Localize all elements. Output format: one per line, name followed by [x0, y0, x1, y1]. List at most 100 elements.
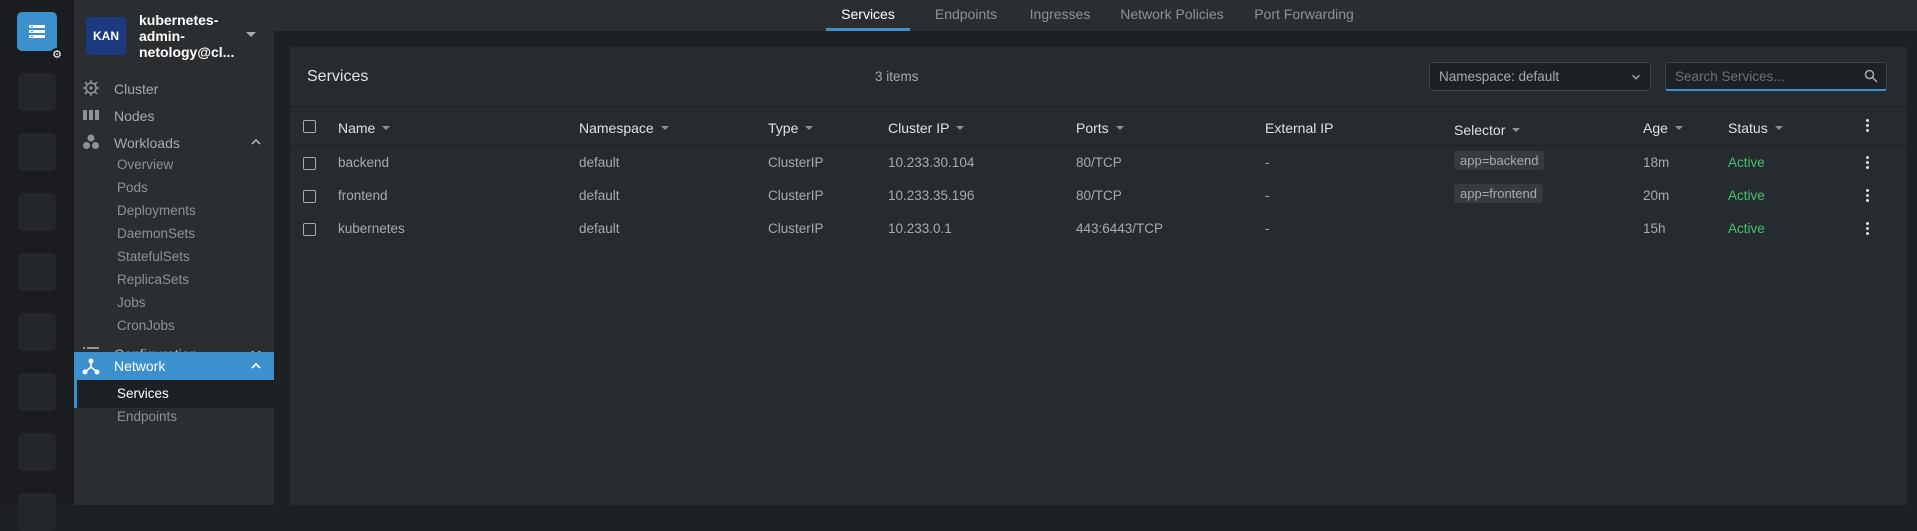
cell-type: ClusterIP	[768, 221, 824, 236]
nodes-icon	[83, 110, 99, 120]
sort-icon	[1512, 128, 1521, 132]
chevron-down-icon	[1632, 74, 1640, 80]
table-row[interactable]: backend default ClusterIP 10.233.30.104 …	[290, 146, 1907, 179]
caret-down-icon	[246, 32, 256, 37]
namespace-select[interactable]: Namespace: default	[1429, 62, 1651, 91]
hotbar-slot[interactable]	[18, 493, 56, 531]
cell-type: ClusterIP	[768, 155, 824, 170]
sidebar-item-label: Cluster	[114, 80, 159, 97]
sort-icon	[1115, 126, 1124, 130]
sort-icon	[956, 126, 965, 130]
tab-endpoints[interactable]: Endpoints	[924, 0, 1008, 31]
column-header-external-ip: External IP	[1265, 120, 1334, 136]
chevron-up-icon	[251, 138, 261, 145]
sort-icon	[805, 126, 814, 130]
hotbar-slot[interactable]	[18, 133, 56, 171]
column-header-ports[interactable]: Ports	[1076, 120, 1124, 136]
cluster-selector[interactable]: KAN kubernetes-admin-netology@cl...	[74, 0, 274, 72]
namespace-select-value: Namespace: default	[1439, 69, 1560, 84]
items-count: 3 items	[875, 69, 919, 84]
status-badge: Active	[1728, 155, 1765, 170]
cell-cluster-ip: 10.233.30.104	[888, 155, 975, 170]
helm-icon	[83, 80, 99, 96]
row-menu-icon[interactable]	[1866, 156, 1870, 171]
sort-icon	[1774, 126, 1783, 130]
panel-header: Services 3 items Namespace: default	[290, 47, 1907, 107]
chevron-up-icon	[251, 362, 261, 369]
gear-icon[interactable]: ⚙	[50, 48, 64, 62]
sidebar-item-network[interactable]: Network	[74, 352, 274, 380]
cell-cluster-ip: 10.233.35.196	[888, 188, 975, 203]
table-header: Name Namespace Type Cluster IP Ports Ext…	[290, 108, 1907, 146]
tab-ingresses[interactable]: Ingresses	[1018, 0, 1102, 31]
cell-external-ip: -	[1265, 188, 1270, 203]
hotbar-slot[interactable]	[18, 73, 56, 111]
table-row[interactable]: frontend default ClusterIP 10.233.35.196…	[290, 179, 1907, 212]
row-menu-icon[interactable]	[1866, 189, 1870, 204]
selector-badge: app=backend	[1454, 151, 1545, 170]
tab-services[interactable]: Services	[826, 0, 910, 31]
cell-namespace: default	[579, 155, 620, 170]
cell-age: 18m	[1643, 155, 1670, 170]
sort-icon	[660, 126, 669, 130]
cell-name: backend	[338, 155, 390, 170]
row-checkbox[interactable]	[303, 190, 316, 203]
workloads-icon	[83, 134, 99, 149]
hotbar-slot[interactable]	[18, 253, 56, 291]
table-row[interactable]: kubernetes default ClusterIP 10.233.0.1 …	[290, 212, 1907, 245]
search-field[interactable]	[1665, 62, 1887, 91]
hotbar-slot[interactable]	[18, 373, 56, 411]
page-title: Services	[307, 68, 369, 85]
search-icon[interactable]	[1864, 69, 1878, 83]
cell-name: kubernetes	[338, 221, 405, 236]
hotbar-slot[interactable]	[18, 193, 56, 231]
cell-name: frontend	[338, 188, 388, 203]
hotbar-slot[interactable]	[18, 313, 56, 351]
sidebar-item-cronjobs[interactable]: CronJobs	[74, 312, 274, 340]
sidebar: KAN kubernetes-admin-netology@cl... Clus…	[74, 0, 274, 505]
column-menu-icon[interactable]	[1866, 119, 1870, 134]
cell-cluster-ip: 10.233.0.1	[888, 221, 952, 236]
cell-external-ip: -	[1265, 221, 1270, 236]
status-badge: Active	[1728, 188, 1765, 203]
cluster-name: kubernetes-admin-netology@cl...	[139, 12, 235, 60]
column-header-age[interactable]: Age	[1643, 120, 1683, 136]
row-checkbox[interactable]	[303, 223, 316, 236]
cell-age: 15h	[1643, 221, 1666, 236]
column-header-type[interactable]: Type	[768, 120, 814, 136]
cell-ports: 80/TCP	[1076, 155, 1122, 170]
search-input[interactable]	[1666, 63, 1851, 89]
network-icon	[82, 358, 100, 375]
column-header-status[interactable]: Status	[1728, 120, 1783, 136]
cell-age: 20m	[1643, 188, 1670, 203]
cluster-avatar: KAN	[86, 17, 126, 55]
sort-icon	[1674, 126, 1683, 130]
cell-ports: 443:6443/TCP	[1076, 221, 1164, 236]
column-header-cluster-ip[interactable]: Cluster IP	[888, 120, 965, 136]
sidebar-item-label: Workloads	[114, 134, 180, 151]
select-all-checkbox[interactable]	[303, 120, 316, 133]
hotbar: ⚙	[0, 0, 74, 531]
sort-icon	[382, 126, 391, 130]
cell-namespace: default	[579, 188, 620, 203]
row-menu-icon[interactable]	[1866, 222, 1870, 237]
catalog-button[interactable]	[17, 12, 57, 51]
cell-external-ip: -	[1265, 155, 1270, 170]
column-header-name[interactable]: Name	[338, 120, 391, 136]
tab-port-forwarding[interactable]: Port Forwarding	[1242, 0, 1366, 31]
selector-badge: app=frontend	[1454, 184, 1543, 203]
network-tabs: Services Endpoints Ingresses Network Pol…	[274, 0, 1917, 31]
column-header-selector[interactable]: Selector	[1454, 122, 1521, 138]
status-badge: Active	[1728, 221, 1765, 236]
sidebar-item-label: Nodes	[114, 107, 155, 124]
services-panel: Services 3 items Namespace: default Name…	[290, 47, 1907, 505]
sidebar-item-endpoints[interactable]: Endpoints	[74, 403, 274, 431]
column-header-namespace[interactable]: Namespace	[579, 120, 669, 136]
row-checkbox[interactable]	[303, 157, 316, 170]
cell-ports: 80/TCP	[1076, 188, 1122, 203]
hotbar-slot[interactable]	[18, 433, 56, 471]
sidebar-item-label: Network	[114, 358, 166, 374]
cell-namespace: default	[579, 221, 620, 236]
cell-type: ClusterIP	[768, 188, 824, 203]
tab-network-policies[interactable]: Network Policies	[1112, 0, 1232, 31]
